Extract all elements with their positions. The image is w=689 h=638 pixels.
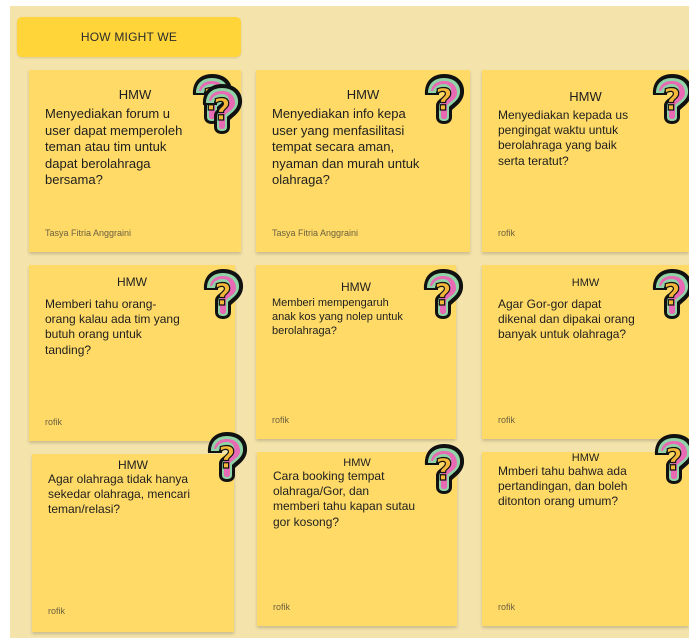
- sticky-note-line: teman atau tim untuk: [45, 139, 167, 154]
- sticky-note-author: rofik: [273, 602, 291, 612]
- sticky-note[interactable]: HMW Menyediakan forum u user dapat mempero…: [29, 70, 244, 252]
- svg-text:?: ?: [214, 278, 231, 313]
- sticky-note-line: tempat secara aman,: [272, 139, 395, 154]
- sticky-note-line: ditonton orang umum?: [498, 494, 619, 509]
- sticky-note-text: Memberi tahu orang-orang kalau ada tim y…: [45, 297, 227, 358]
- sticky-note-line: bersama?: [45, 172, 103, 187]
- svg-text:?: ?: [435, 83, 452, 118]
- how-might-we-header-button[interactable]: HOW MIGHT WE: [17, 17, 241, 57]
- sticky-note-line: sekedar olahraga, mencari: [48, 487, 191, 502]
- sticky-note-title: HMW: [118, 458, 148, 472]
- sticky-note[interactable]: HMW Menyediakan kepada us pengingat waktu …: [482, 70, 689, 252]
- svg-text:?: ?: [213, 93, 230, 128]
- question-mark-sticker-icon[interactable]: ?: [200, 82, 244, 136]
- sticky-note-author: rofik: [498, 228, 516, 238]
- question-mark-sticker-icon[interactable]: ?: [421, 267, 465, 321]
- sticky-note-author: rofik: [48, 606, 66, 616]
- sticky-note-line: nyaman dan murah untuk: [272, 155, 420, 171]
- svg-text:?: ?: [663, 278, 680, 313]
- sticky-note-line: banyak untuk olahraga?: [498, 327, 627, 342]
- sticky-note-line: berolahraga?: [272, 324, 337, 337]
- sticky-note[interactable]: HMW Memberi mempengaruh anak kos yang nole…: [256, 265, 464, 439]
- sticky-note-author: rofik: [498, 602, 516, 612]
- sticky-note[interactable]: HMW Menyediakan info kepa user yang menfas…: [256, 70, 470, 252]
- question-mark-sticker-icon[interactable]: ?: [205, 430, 249, 484]
- sticky-note-line: olahraga?: [272, 172, 330, 187]
- sticky-note[interactable]: HMW Agar Gor-gor dapat dikenal dan dipakai…: [482, 265, 689, 439]
- sticky-note[interactable]: HMW Mmberi tahu bahwa ada pertandingan, da…: [482, 434, 689, 626]
- sticky-note-author: rofik: [272, 415, 290, 425]
- sticky-note-line: orang kalau ada tim yang: [45, 312, 180, 327]
- sticky-note-line: serta teratut?: [498, 153, 569, 168]
- sticky-note-line: butuh orang untuk: [45, 327, 142, 342]
- question-mark-sticker-icon[interactable]: ?: [652, 432, 689, 486]
- sticky-note-line: berolahraga yang baik: [498, 138, 617, 153]
- question-mark-sticker-icon[interactable]: ?: [422, 72, 466, 126]
- sticky-note-author: rofik: [45, 417, 63, 427]
- question-mark-sticker-icon[interactable]: ?: [422, 442, 466, 496]
- sticky-note-line: Memberi tahu orang-: [45, 297, 157, 311]
- header-label: HOW MIGHT WE: [80, 30, 178, 44]
- sticky-note-author: rofik: [498, 415, 516, 425]
- svg-text:?: ?: [218, 441, 235, 476]
- question-mark-sticker-icon[interactable]: ?: [650, 72, 689, 126]
- question-mark-sticker-icon[interactable]: ?: [201, 267, 245, 321]
- sticky-note-author: Tasya Fitria Anggraini: [272, 228, 359, 238]
- sticky-note-line: Agar olahraga tidak hanya: [48, 472, 189, 486]
- svg-text:?: ?: [434, 278, 451, 313]
- sticky-note-line: memberi tahu kapan sutau: [273, 499, 416, 514]
- svg-text:?: ?: [663, 83, 680, 118]
- sticky-note[interactable]: HMW Agar olahraga tidak hanya sekedar olah…: [32, 432, 248, 632]
- sticky-note-text: Agar olahraga tidak hanya sekedar olahrag…: [48, 472, 226, 518]
- sticky-note-line: dapat berolahraga: [45, 155, 151, 171]
- sticky-note[interactable]: HMW Memberi tahu orang-orang kalau ada ti…: [29, 265, 244, 441]
- svg-text:?: ?: [435, 453, 452, 488]
- sticky-note-line: teman/relasi?: [48, 502, 121, 517]
- sticky-note-author: Tasya Fitria Anggraini: [45, 228, 132, 238]
- sticky-note[interactable]: HMW Cara booking tempat olahraga/Gor, dan m…: [257, 444, 465, 626]
- sticky-note-line: tanding?: [45, 342, 92, 357]
- question-mark-sticker-icon[interactable]: ?: [650, 267, 689, 321]
- sticky-note-line: gor kosong?: [273, 514, 340, 529]
- svg-text:?: ?: [665, 443, 682, 478]
